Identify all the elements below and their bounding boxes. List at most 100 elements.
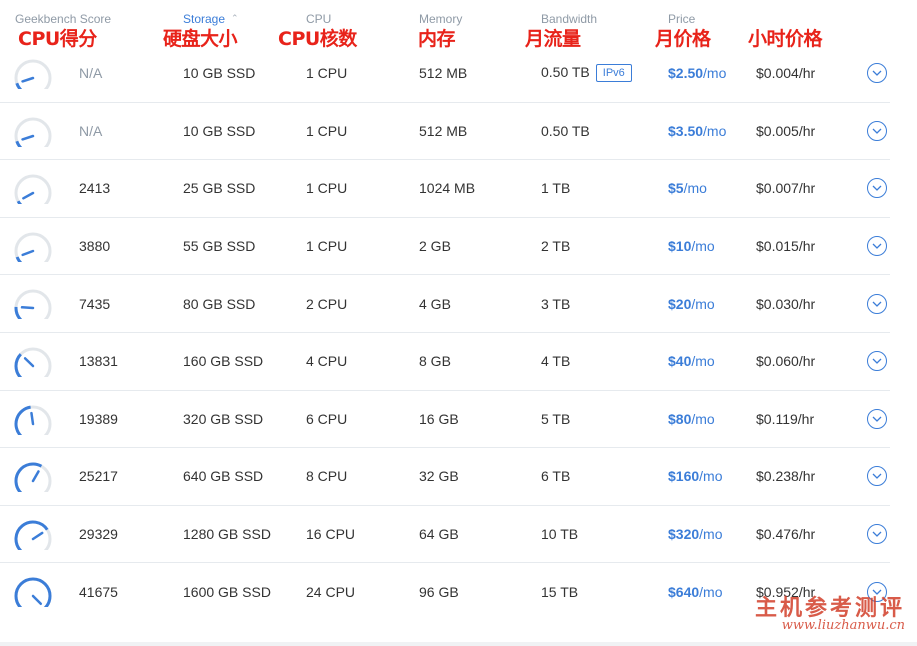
plan-row[interactable]: 13831 160 GB SSD 4 CPU 8 GB 4 TB $40/mo $0.060… [0,333,890,391]
score-gauge-icon [14,59,52,89]
storage-value: 80 GB SSD [183,295,256,312]
gauge-needle [20,306,35,310]
score-gauge-icon [14,289,52,320]
bottom-divider [0,642,917,646]
annotation-monthly-traffic: 月流量 [525,28,581,50]
monthly-price-amount: $80 [668,410,692,427]
score-value: 2413 [79,180,111,197]
bandwidth-cell: 0.50 TB IPv6 [541,64,632,83]
gauge-value-arc [15,82,23,89]
expand-row-button[interactable] [867,236,887,257]
plan-row[interactable]: 2413 25 GB SSD 1 CPU 1024 MB 1 TB $5/mo $0.007… [0,160,890,218]
expand-row-button[interactable] [867,178,887,199]
annotation-memory: 内存 [418,28,456,50]
score-value: 19389 [79,410,118,427]
score-gauge-icon [14,117,52,147]
gauge-needle [31,531,44,540]
plan-row[interactable]: 3880 55 GB SSD 1 CPU 2 GB 2 TB $10/mo $0.015/h… [0,218,890,276]
bandwidth-cell: 4 TB [541,353,570,369]
storage-value: 25 GB SSD [183,180,256,197]
storage-value: 10 GB SSD [183,65,256,82]
chevron-down-icon [872,416,882,422]
expand-row-button[interactable] [867,120,887,141]
plan-row[interactable]: 29329 1280 GB SSD 16 CPU 64 GB 10 TB $320/mo $… [0,506,890,564]
plan-row[interactable]: N/A 10 GB SSD 1 CPU 512 MB 0.50 TB $3.50/mo $0… [0,103,890,161]
gauge-track [14,59,52,89]
hourly-price: $0.030/hr [756,295,816,312]
gauge-value-arc [14,307,23,320]
storage-value: 320 GB SSD [183,410,264,427]
plan-row[interactable]: 19389 320 GB SSD 6 CPU 16 GB 5 TB $80/mo $0.11… [0,391,890,449]
expand-row-button[interactable] [867,466,887,487]
monthly-price-unit: /mo [691,410,715,427]
storage-value: 160 GB SSD [183,353,264,370]
cpu-value: 1 CPU [306,180,348,197]
gauge-needle [31,470,40,483]
monthly-price: $2.50/mo [668,65,726,81]
plan-row[interactable]: 7435 80 GB SSD 2 CPU 4 GB 3 TB $20/mo $0.030/h… [0,275,890,333]
chevron-down-icon [872,70,882,77]
gauge-track [14,117,52,147]
hourly-price: $0.005/hr [756,122,816,139]
plan-row[interactable]: 25217 640 GB SSD 8 CPU 32 GB 6 TB $160/mo $0.2… [0,448,890,506]
bandwidth-value: 0.50 TB [541,122,590,139]
chevron-down-icon [872,128,882,134]
expand-row-button[interactable] [867,293,887,314]
hourly-price: $0.004/hr [756,65,816,82]
monthly-price-unit: /mo [691,353,715,370]
score-gauge-icon [14,174,52,205]
expand-row-button[interactable] [867,63,887,84]
monthly-price-amount: $5 [668,180,684,197]
cpu-value: 8 CPU [306,468,348,485]
memory-value: 512 MB [419,65,468,82]
monthly-price-unit: /mo [691,238,715,255]
bandwidth-cell: 1 TB [541,180,570,196]
bandwidth-value: 6 TB [541,468,571,485]
monthly-price-amount: $160 [668,468,700,485]
gauge-value-arc [14,520,49,550]
hourly-price: $0.007/hr [756,180,816,197]
score-value: N/A [79,122,103,139]
gauge-needle [21,76,35,83]
monthly-price: $5/mo [668,180,707,196]
expand-row-button[interactable] [867,408,887,429]
plans-table: N/A 10 GB SSD 1 CPU 512 MB 0.50 TB IPv6 $2.50/… [0,45,890,621]
cpu-value: 1 CPU [306,238,348,255]
bandwidth-cell: 10 TB [541,526,578,542]
expand-row-button[interactable] [867,351,887,372]
storage-value: 10 GB SSD [183,122,256,139]
storage-value: 1280 GB SSD [183,526,271,543]
storage-value: 640 GB SSD [183,468,264,485]
chevron-down-icon [872,531,882,537]
monthly-price: $20/mo [668,296,715,312]
watermark: 主机参考测评 www.liuzhanwu.cn [725,590,905,640]
gauge-needle [21,249,35,256]
monthly-price: $640/mo [668,584,723,600]
chevron-down-icon [872,358,882,365]
cpu-value: 6 CPU [306,410,348,427]
memory-value: 32 GB [419,468,459,485]
bandwidth-value: 15 TB [541,584,579,601]
bandwidth-value: 4 TB [541,353,571,370]
bandwidth-cell: 2 TB [541,238,570,254]
expand-row-button[interactable] [867,524,887,545]
score-value: 29329 [79,526,118,543]
cpu-value: 2 CPU [306,295,348,312]
monthly-price-unit: /mo [703,122,727,139]
score-value: 41675 [79,584,118,601]
gauge-track [14,347,52,377]
bandwidth-value: 5 TB [541,410,571,427]
cpu-value: 1 CPU [306,122,348,139]
hourly-price: $0.060/hr [756,353,816,370]
plan-row[interactable]: N/A 10 GB SSD 1 CPU 512 MB 0.50 TB IPv6 $2.50/… [0,45,890,103]
sort-icon: ⌃ [231,13,239,23]
gauge-track [14,174,52,205]
bandwidth-cell: 3 TB [541,296,570,312]
monthly-price-amount: $40 [668,353,692,370]
chevron-down-icon [872,473,882,480]
score-value: 25217 [79,468,118,485]
score-gauge-icon [14,232,52,262]
annotation-disk-size: 硬盘大小 [163,28,238,50]
score-value: 13831 [79,353,118,370]
memory-value: 16 GB [419,410,459,427]
